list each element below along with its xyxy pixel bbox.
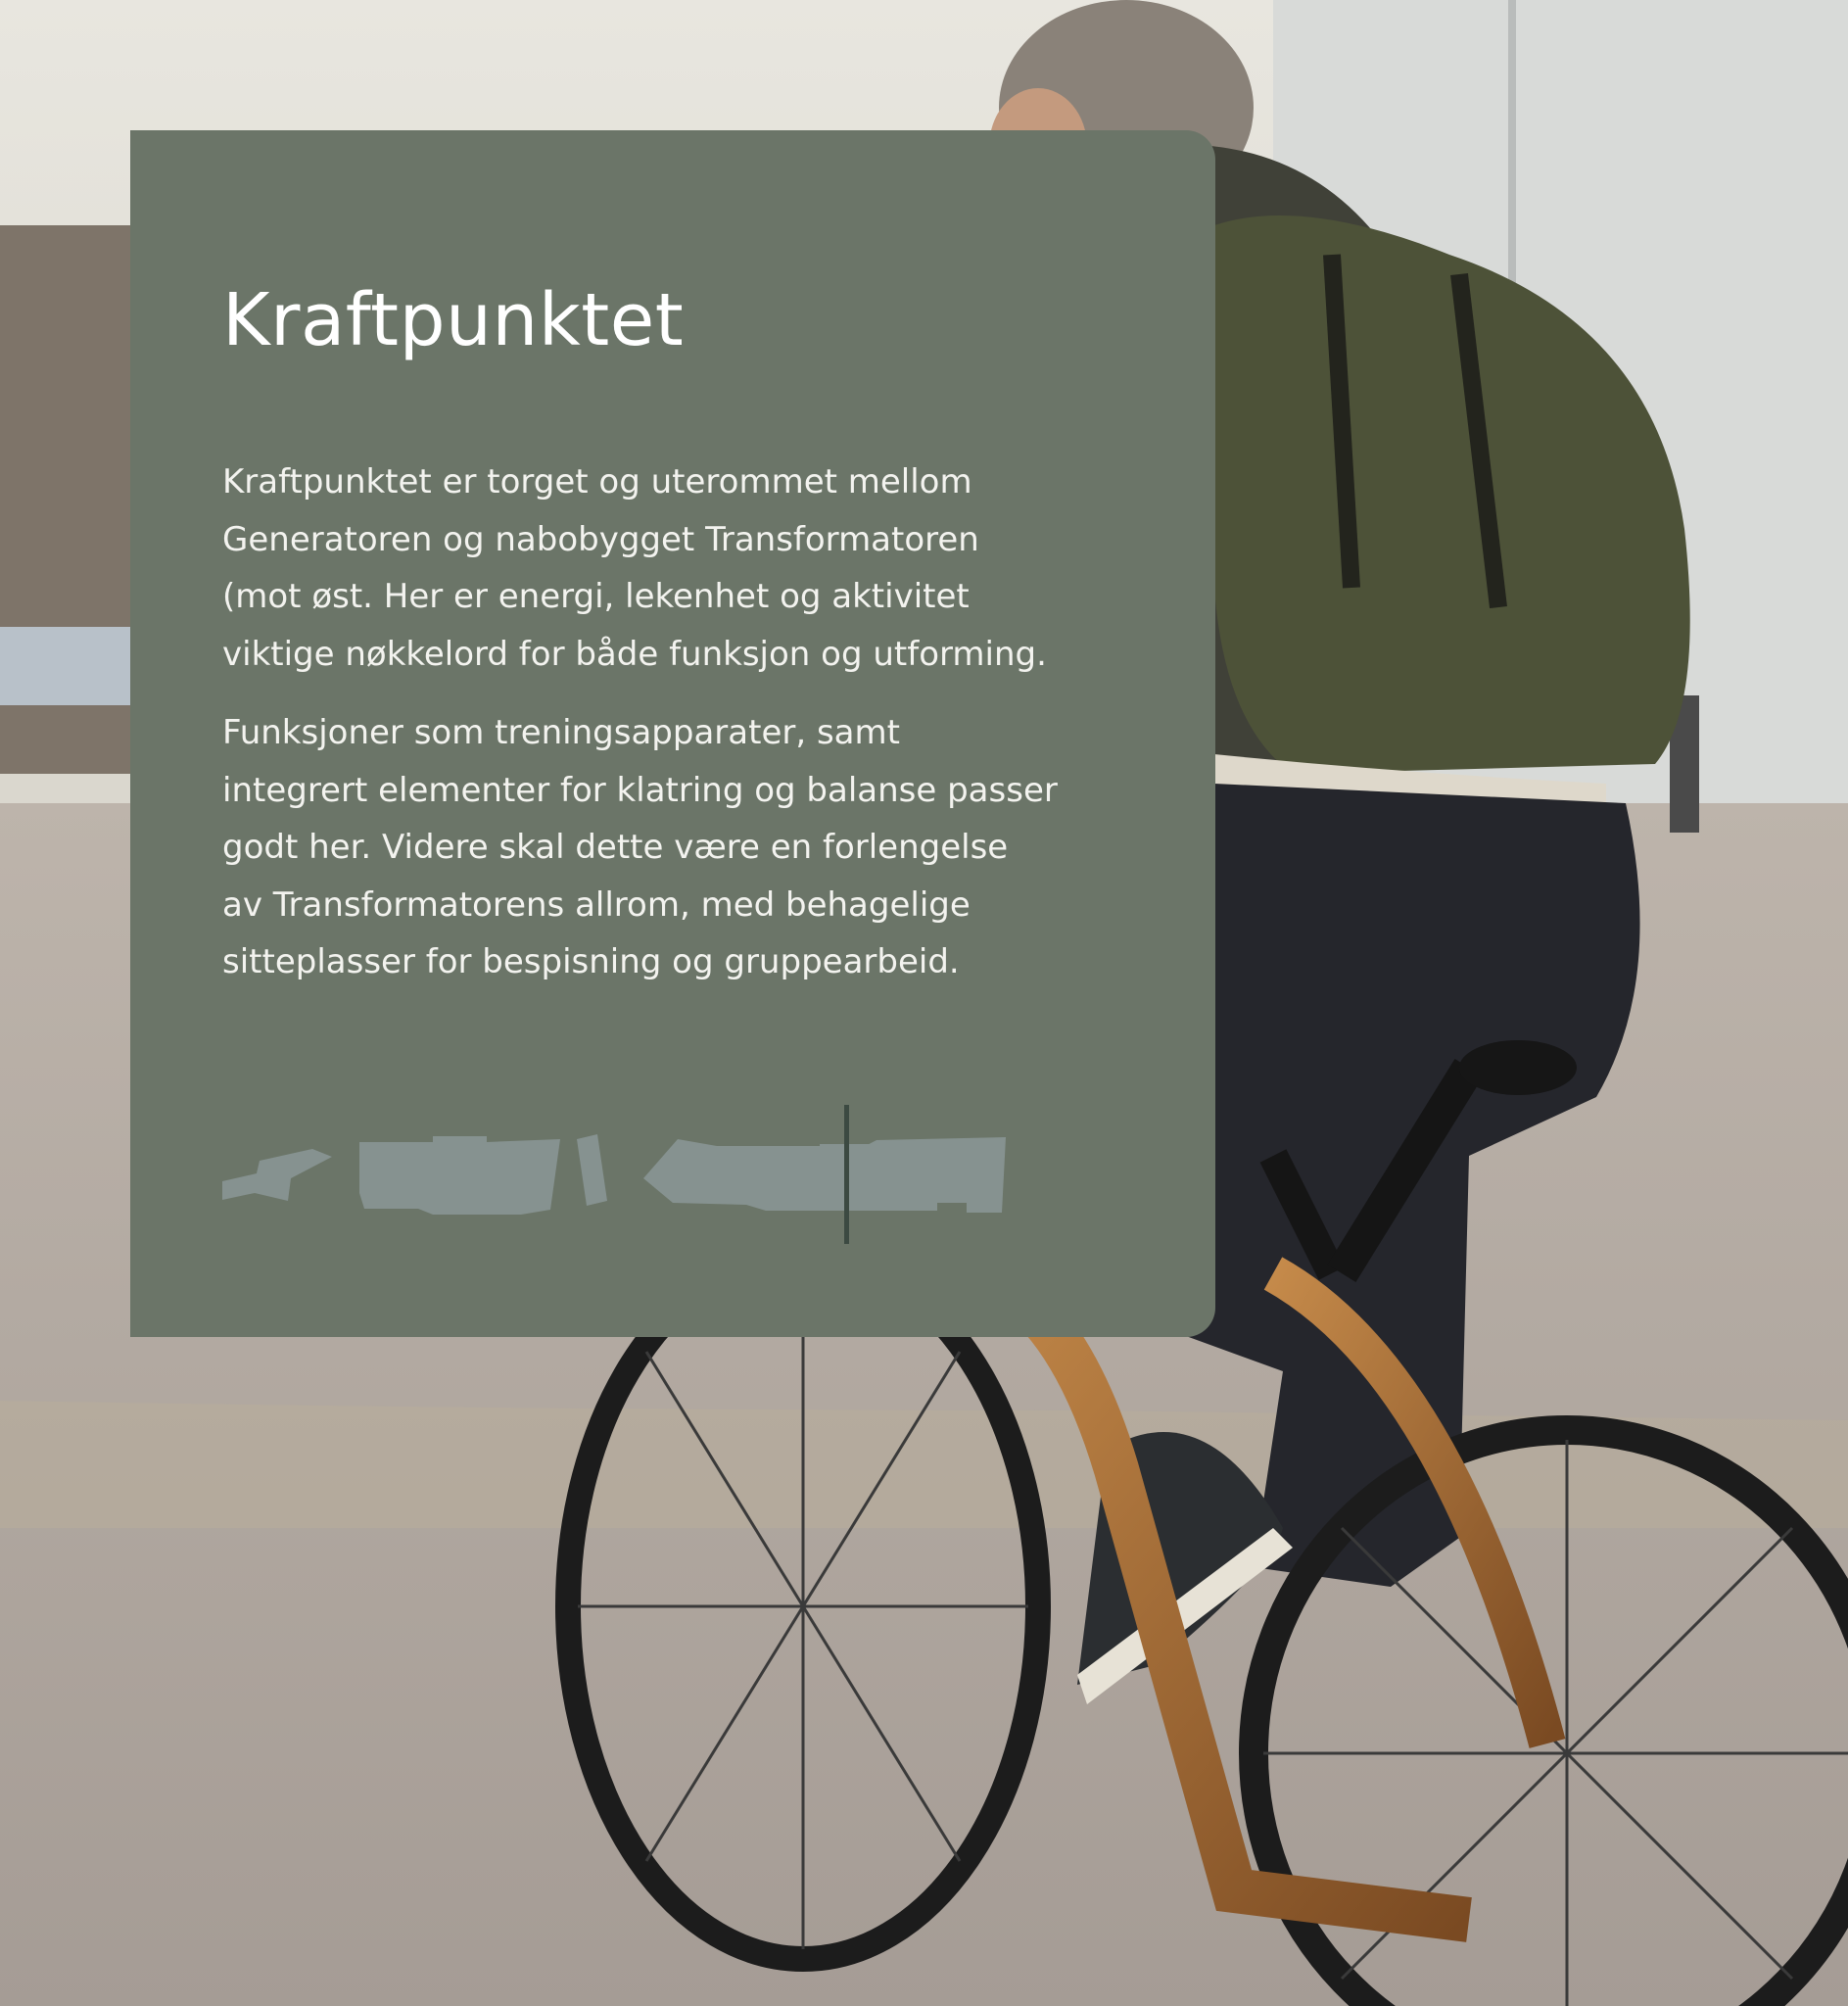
paragraph-line: av Transformatorens allrom, med behageli… xyxy=(222,884,971,925)
paragraph-line: Kraftpunktet er torget og uterommet mell… xyxy=(222,462,972,502)
building-shape xyxy=(854,1137,1006,1213)
paragraph-line: (mot øst. Her er energi, lekenhet og akt… xyxy=(222,577,970,617)
paragraph-line: viktige nøkkelord for både funksjon og u… xyxy=(222,634,1047,674)
paragraph-line: godt her. Videre skal dette være en forl… xyxy=(222,828,1009,868)
info-card: Kraftpunktet Kraftpunktet er torget og u… xyxy=(130,130,1215,1337)
paragraph-line: sitteplasser for bespisning og gruppearb… xyxy=(222,942,960,982)
building-shape xyxy=(577,1134,607,1206)
paragraph-line: Generatoren og nabobygget Transformatore… xyxy=(222,519,979,559)
site-marker-line xyxy=(844,1105,849,1244)
card-title: Kraftpunktet xyxy=(222,278,685,362)
building-shape xyxy=(359,1136,560,1215)
paragraph-line: integrert elementer for klatring og bala… xyxy=(222,770,1058,810)
site-plan-illustration xyxy=(222,1105,1006,1244)
building-shape xyxy=(222,1149,332,1201)
paragraph-intro: Kraftpunktet er torget og uterommet mell… xyxy=(222,454,1192,683)
paragraph-line: Funksjoner som treningsapparater, samt xyxy=(222,713,900,752)
paragraph-functions: Funksjoner som treningsapparater, samt i… xyxy=(222,704,1192,991)
